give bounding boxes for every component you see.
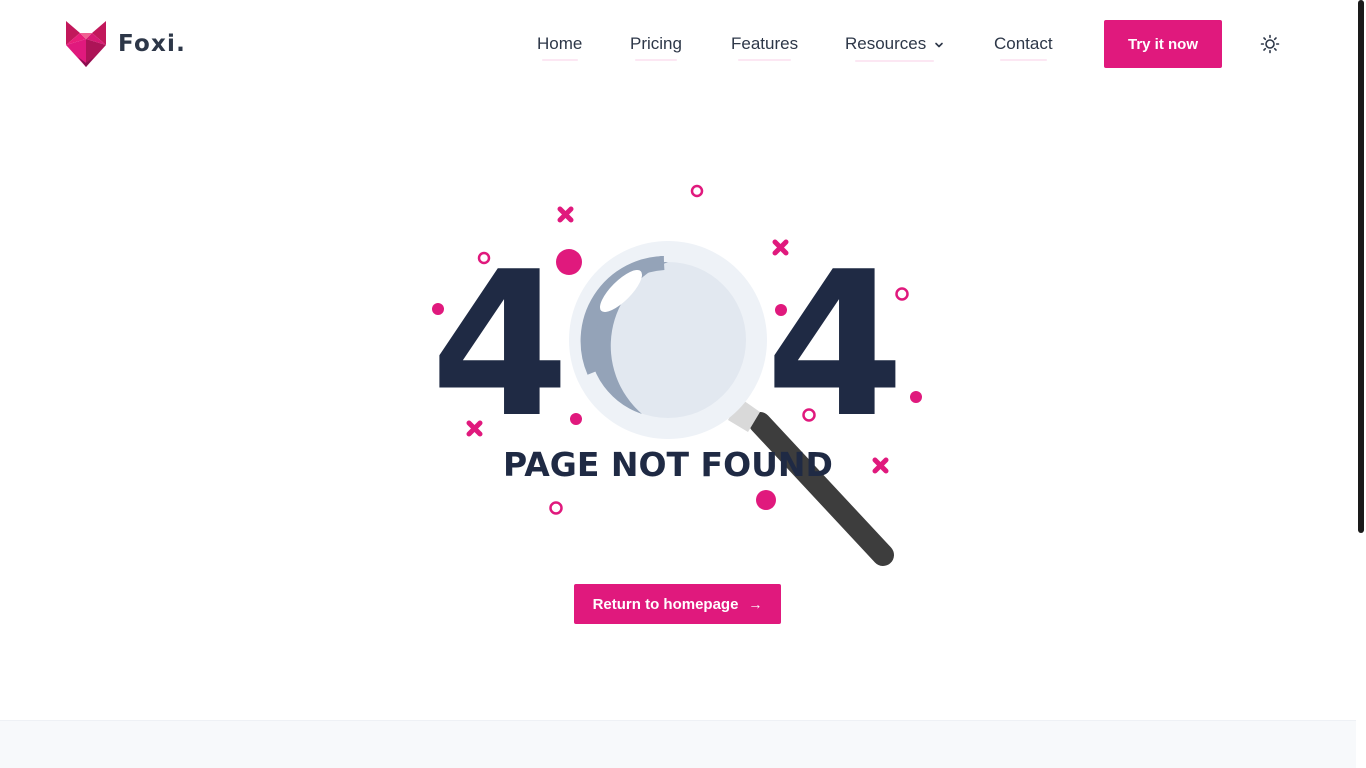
nav-resources-label: Resources (845, 34, 927, 53)
return-homepage-button[interactable]: Return to homepage → (574, 584, 781, 624)
sun-icon (1260, 34, 1280, 54)
return-homepage-label: Return to homepage (592, 595, 739, 613)
brand-name: Foxi (118, 31, 177, 57)
site-header: Foxi. Home Pricing Features Resources Co… (0, 0, 1356, 88)
page: Foxi. Home Pricing Features Resources Co… (0, 0, 1356, 768)
nav-resources[interactable]: Resources (845, 33, 944, 61)
chevron-down-icon (934, 34, 944, 56)
nav-pricing[interactable]: Pricing (630, 33, 682, 61)
fox-logo-icon (66, 21, 106, 67)
page-scrollbar[interactable] (1356, 0, 1366, 768)
nav-contact[interactable]: Contact (994, 33, 1053, 61)
logo-link[interactable]: Foxi. (64, 18, 186, 70)
404-illustration: 4 4 PAGE NOT FOUND (430, 184, 922, 566)
arrow-right-icon: → (748, 596, 763, 612)
theme-toggle-button[interactable] (1256, 30, 1284, 58)
left-digit-4: 4 (430, 229, 569, 462)
page-not-found-heading: PAGE NOT FOUND (503, 445, 833, 484)
scrollbar-thumb[interactable] (1358, 0, 1364, 533)
try-it-now-button[interactable]: Try it now (1104, 20, 1222, 68)
nav-home[interactable]: Home (537, 33, 582, 61)
footer (0, 720, 1356, 768)
brand-dot: . (176, 31, 187, 57)
right-digit-4: 4 (765, 229, 904, 462)
nav-features[interactable]: Features (731, 33, 798, 61)
